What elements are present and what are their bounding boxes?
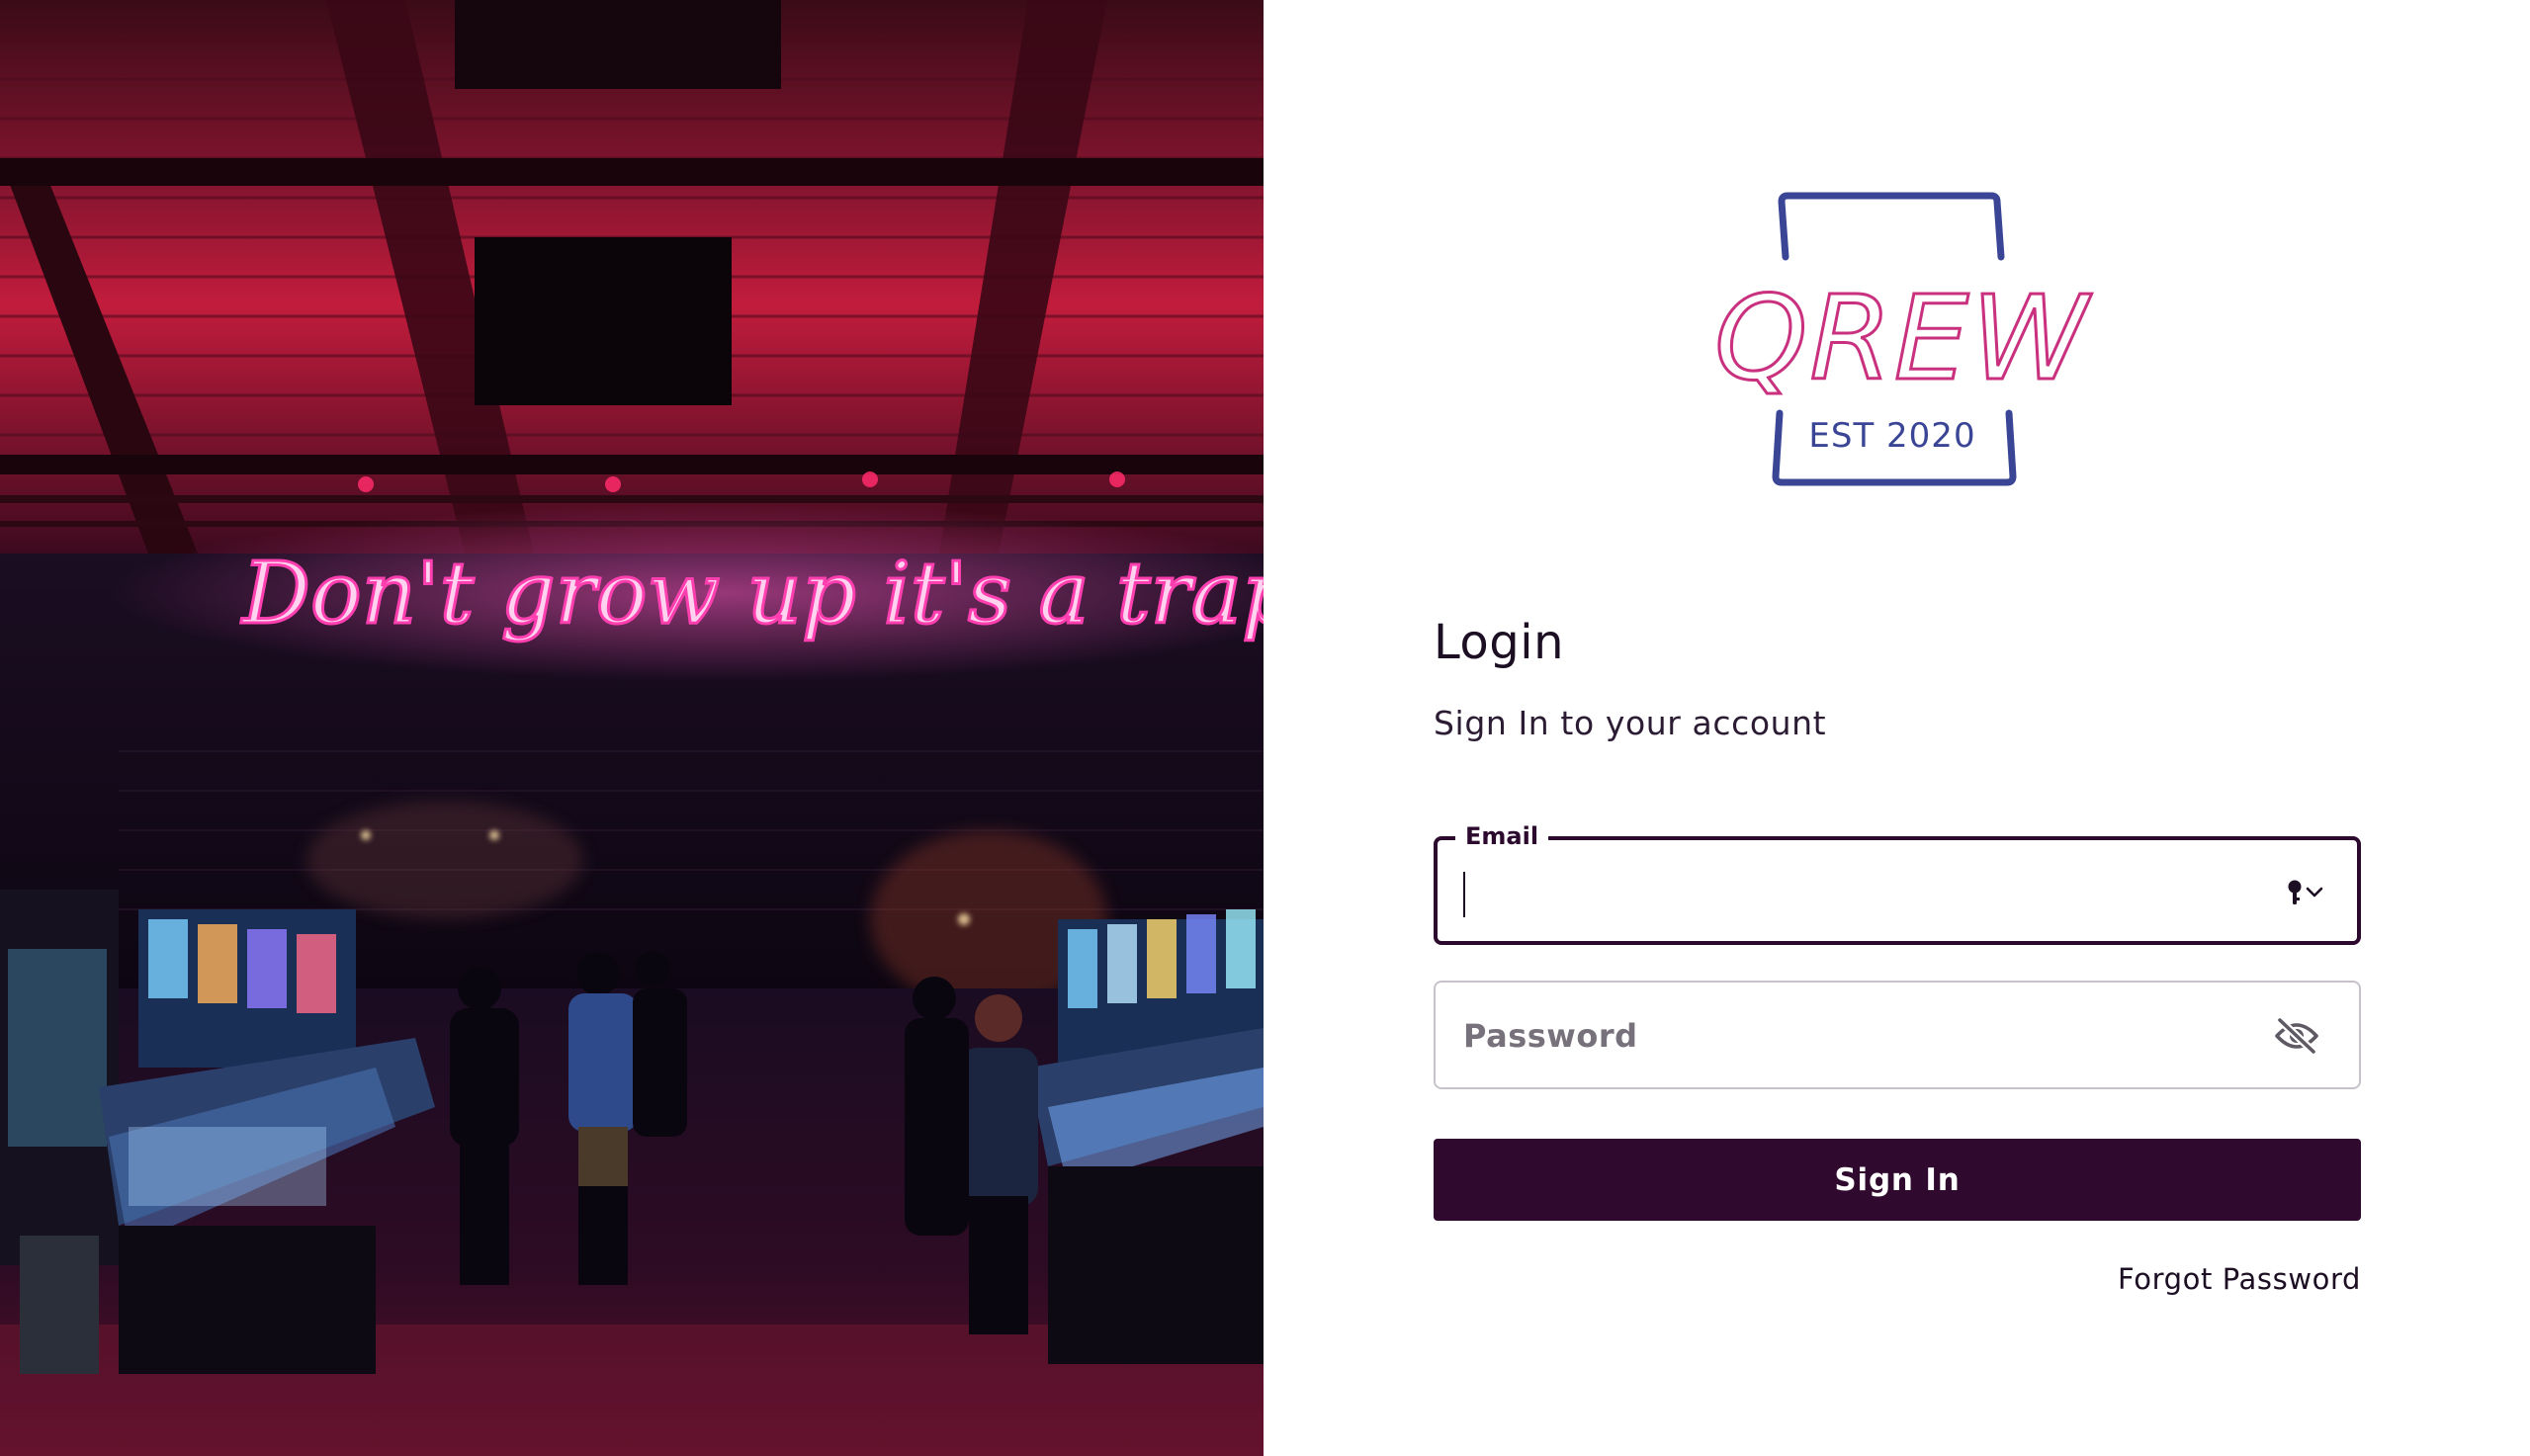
login-page: Don't grow up it's a trap QREW EST 2020 … — [0, 0, 2530, 1456]
email-input[interactable] — [1463, 862, 2258, 921]
arcade-photo: Don't grow up it's a trap — [0, 0, 1264, 1456]
login-panel: QREW EST 2020 Login Sign In to your acco… — [1264, 0, 2530, 1456]
signin-button[interactable]: Sign In — [1434, 1139, 2361, 1221]
page-title: Login — [1434, 615, 1564, 670]
password-field[interactable] — [1434, 981, 2361, 1089]
key-icon[interactable] — [2286, 878, 2327, 907]
logo-tagline: EST 2020 — [1808, 416, 1975, 456]
email-field[interactable]: Email — [1434, 816, 2361, 945]
hero-image: Don't grow up it's a trap — [0, 0, 1264, 1456]
logo-bracket-top — [1778, 192, 2005, 261]
password-input[interactable] — [1461, 1006, 2236, 1066]
pinball-machines-right — [1028, 909, 1264, 1364]
qrew-logo: QREW EST 2020 — [1713, 192, 2092, 486]
email-label: Email — [1455, 816, 1549, 856]
eye-off-icon[interactable] — [2274, 1016, 2319, 1056]
page-subtitle: Sign In to your account — [1434, 704, 1827, 742]
chevron-down-icon — [2306, 887, 2323, 898]
forgot-password-link[interactable]: Forgot Password — [2118, 1262, 2361, 1296]
text-caret — [1463, 872, 1465, 917]
logo-wordmark: QREW — [1714, 270, 2092, 406]
neon-sign: Don't grow up it's a trap — [240, 545, 1264, 643]
